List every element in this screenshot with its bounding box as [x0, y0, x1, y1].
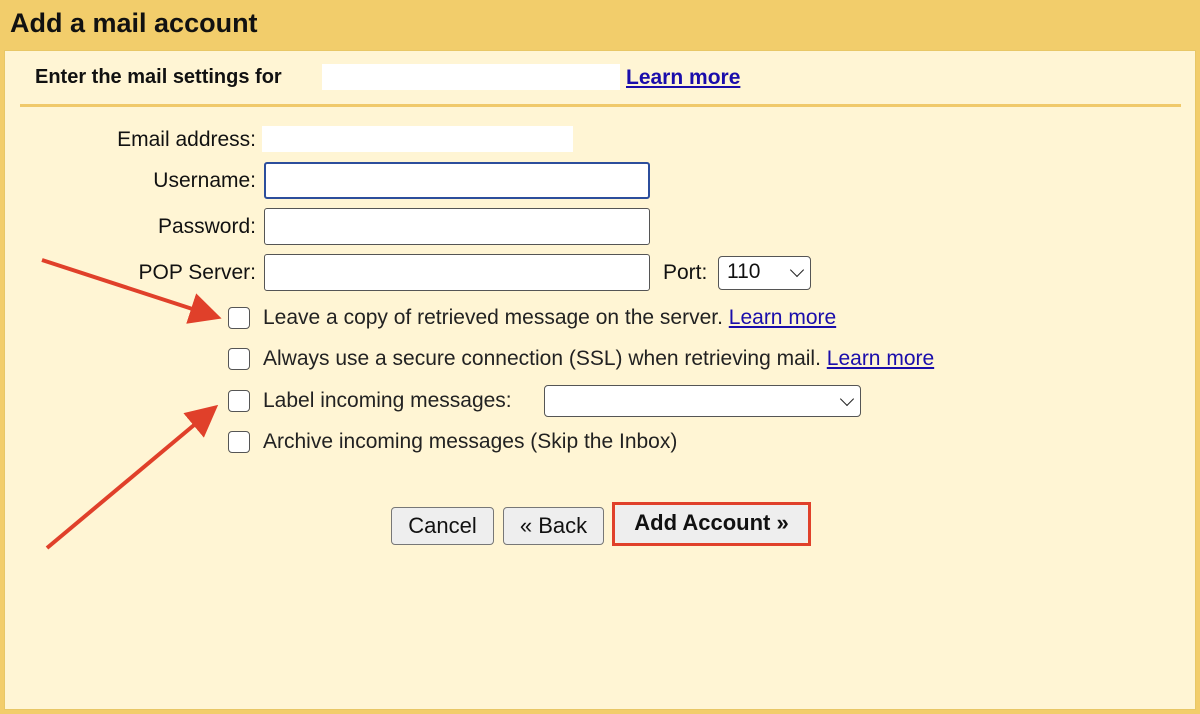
arrow-icon	[41, 258, 222, 324]
annotation-arrows	[41, 258, 222, 550]
arrow-icon	[45, 404, 219, 550]
